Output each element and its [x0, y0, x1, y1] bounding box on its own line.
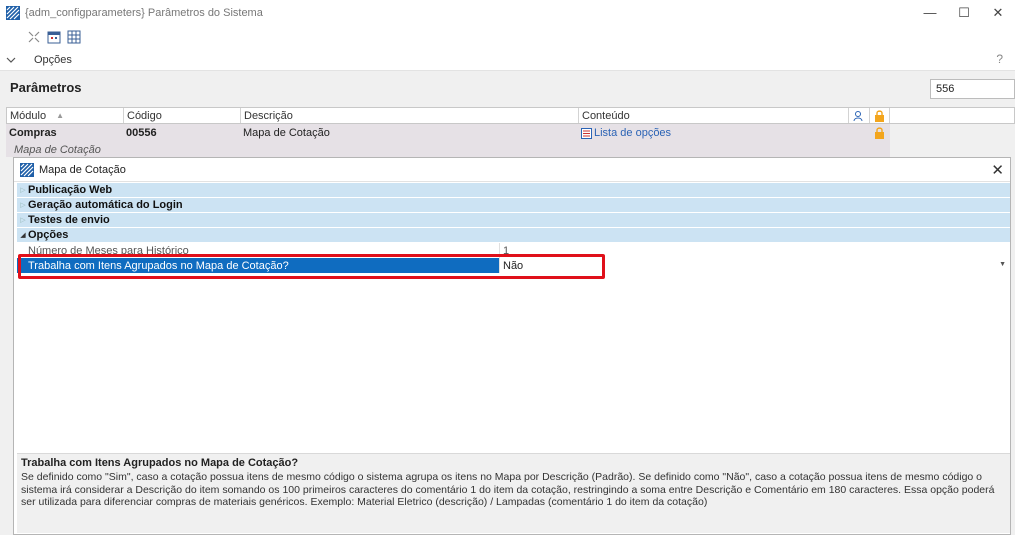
row-detail: Mapa de Cotação — [6, 142, 890, 157]
minimize-button[interactable]: — — [913, 0, 947, 25]
column-header-description[interactable]: Descrição — [241, 108, 579, 123]
title-bar: {adm_configparameters} Parâmetros do Sis… — [0, 0, 1015, 25]
list-options-icon — [581, 127, 592, 139]
expand-icon[interactable]: ▷ — [18, 201, 28, 209]
column-header-module[interactable]: Módulo ▲ — [7, 108, 124, 123]
description-body: Se definido como "Sim", caso a cotação p… — [21, 471, 995, 508]
mapa-cotacao-dialog: Mapa de Cotação ✕ ▷ Publicação Web ▷ Ger… — [13, 157, 1011, 535]
column-header-lock[interactable] — [870, 108, 890, 123]
user-search-icon — [853, 110, 863, 121]
property-name: Número de Meses para Histórico — [28, 244, 189, 257]
grid-icon — [67, 30, 81, 44]
category-geracao-login[interactable]: ▷ Geração automática do Login — [17, 198, 1010, 213]
content-link[interactable]: Lista de opções — [594, 127, 671, 139]
dialog-title: Mapa de Cotação — [39, 163, 126, 176]
expand-icon[interactable]: ▷ — [18, 186, 28, 194]
chevron-down-icon[interactable] — [6, 56, 18, 64]
dialog-close-icon[interactable]: ✕ — [991, 161, 1004, 179]
table-row[interactable]: Compras 00556 Mapa de Cotação Lista de o… — [6, 124, 890, 142]
cell-code: 00556 — [126, 127, 157, 139]
calendar-button[interactable] — [45, 28, 63, 46]
lock-icon — [874, 127, 884, 139]
property-name: Trabalha com Itens Agrupados no Mapa de … — [17, 258, 499, 273]
grid-button[interactable] — [65, 28, 83, 46]
column-header-code[interactable]: Código — [124, 108, 241, 123]
cell-module: Compras — [9, 127, 57, 139]
property-grid: ▷ Publicação Web ▷ Geração automática do… — [17, 183, 1010, 273]
property-value-select[interactable]: Não — [499, 258, 1010, 273]
cell-content[interactable]: Lista de opções — [578, 124, 848, 142]
window-title: {adm_configparameters} Parâmetros do Sis… — [25, 6, 263, 19]
calendar-icon — [47, 31, 61, 44]
lock-icon — [875, 109, 884, 122]
description-panel: Trabalha com Itens Agrupados no Mapa de … — [17, 453, 1010, 533]
dialog-title-bar: Mapa de Cotação ✕ — [14, 158, 1010, 182]
app-logo-icon — [6, 5, 20, 20]
category-testes-envio[interactable]: ▷ Testes de envio — [17, 213, 1010, 228]
collapse-all-button[interactable] — [25, 28, 43, 46]
property-meses-historico[interactable]: Número de Meses para Histórico 1 — [17, 243, 1010, 258]
options-label[interactable]: Opções — [34, 54, 72, 66]
property-itens-agrupados[interactable]: Trabalha com Itens Agrupados no Mapa de … — [17, 258, 1010, 273]
window-controls: — ☐ ✕ — [913, 0, 1015, 25]
options-bar: Opções ? — [0, 49, 1015, 71]
help-icon[interactable]: ? — [996, 52, 1003, 66]
category-publicacao-web[interactable]: ▷ Publicação Web — [17, 183, 1010, 198]
category-opcoes[interactable]: ◢ Opções — [17, 228, 1010, 243]
search-input[interactable]: 556 — [930, 79, 1015, 99]
column-header-user[interactable] — [849, 108, 870, 123]
column-header-content[interactable]: Conteúdo — [579, 108, 849, 123]
cell-description: Mapa de Cotação — [243, 127, 330, 139]
collapse-arrows-icon — [28, 31, 40, 43]
collapse-icon[interactable]: ◢ — [18, 231, 28, 239]
maximize-button[interactable]: ☐ — [947, 0, 981, 25]
row-lock[interactable] — [869, 124, 889, 142]
expand-icon[interactable]: ▷ — [18, 216, 28, 224]
close-button[interactable]: ✕ — [981, 0, 1015, 25]
dropdown-arrow-icon[interactable]: ▼ — [999, 261, 1006, 268]
toolbar — [0, 25, 1015, 49]
sort-up-icon: ▲ — [56, 111, 64, 120]
property-value[interactable]: 1 — [499, 243, 1010, 258]
grid-header: Módulo ▲ Código Descrição Conteúdo — [6, 107, 1015, 124]
app-logo-icon — [20, 162, 34, 177]
page-title: Parâmetros — [10, 80, 82, 95]
description-title: Trabalha com Itens Agrupados no Mapa de … — [21, 457, 299, 469]
